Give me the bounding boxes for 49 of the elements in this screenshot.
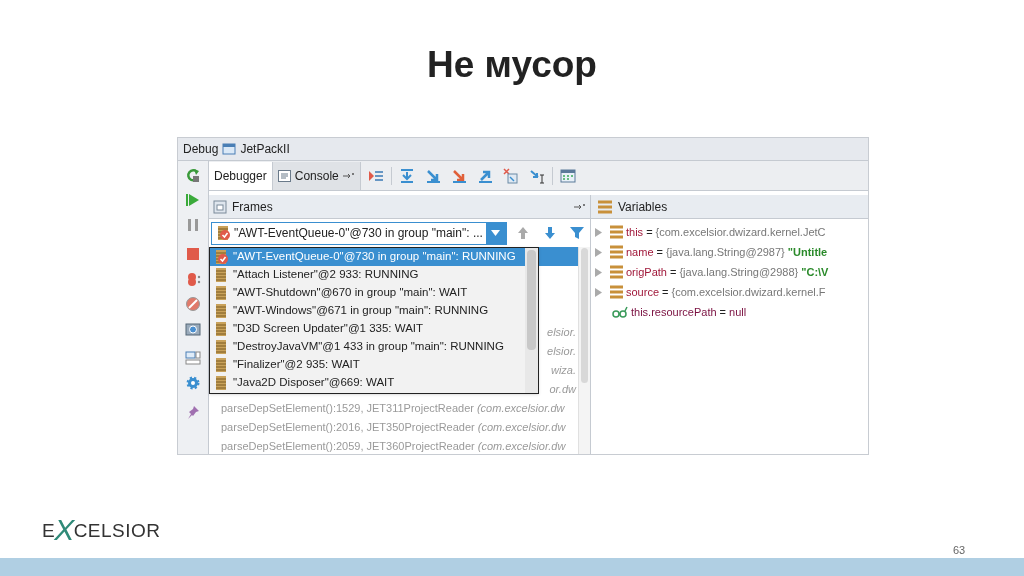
slide-title: Не мусор bbox=[427, 42, 597, 87]
panel-title: Frames bbox=[232, 198, 274, 216]
console-icon bbox=[277, 170, 291, 182]
variable-row[interactable]: source = {com.excelsior.dwizard.kernel.F bbox=[591, 282, 868, 302]
window-title: Debug bbox=[183, 141, 219, 158]
field-icon bbox=[609, 244, 623, 260]
pin-panel-icon bbox=[574, 202, 586, 211]
panel-title: Variables bbox=[618, 198, 668, 216]
field-icon bbox=[609, 224, 623, 240]
thread-dropdown[interactable]: "AWT-EventQueue-0"@730 in group "main": ... bbox=[211, 221, 507, 245]
tab[interactable]: Debugger bbox=[209, 162, 273, 190]
thread-list-item[interactable]: "AWT-Shutdown"@670 in group "main": WAIT bbox=[210, 284, 525, 302]
thread-list-item[interactable]: "AWT-Windows"@671 in group "main": RUNNING bbox=[210, 302, 525, 320]
stack-frame-text: or.dw bbox=[549, 382, 576, 398]
frames-icon bbox=[213, 199, 227, 214]
thread-list-item[interactable]: "Java2D Disposer"@669: WAIT bbox=[210, 374, 525, 392]
page-number: 63 bbox=[953, 543, 966, 558]
variable-row[interactable]: this.resourcePath = null bbox=[591, 302, 868, 322]
stack-frame-text: elsior. bbox=[547, 325, 576, 341]
caret-icon bbox=[491, 230, 501, 236]
thread-icon bbox=[213, 267, 229, 283]
thread-icon bbox=[213, 375, 229, 391]
stack-frame-text: elsior. bbox=[547, 344, 576, 360]
scrollbar-thumb[interactable] bbox=[581, 248, 588, 383]
thread-icon bbox=[213, 357, 229, 373]
thread-list-item[interactable]: "Attach Listener"@2 933: RUNNING bbox=[210, 266, 525, 284]
thread-list-item[interactable]: "D3D Screen Updater"@1 335: WAIT bbox=[210, 320, 525, 338]
pin-tab-icon bbox=[342, 172, 355, 180]
field-icon bbox=[609, 264, 623, 280]
current-thread-icon bbox=[213, 249, 229, 265]
window-icon bbox=[222, 143, 237, 155]
field-icon bbox=[609, 284, 623, 300]
stack-icon bbox=[597, 198, 613, 215]
scrollbar-thumb[interactable] bbox=[527, 250, 536, 350]
tab[interactable]: Console bbox=[272, 162, 361, 190]
variable-row[interactable]: this = {com.excelsior.dwizard.kernel.JetC bbox=[591, 222, 868, 242]
thread-icon bbox=[213, 321, 229, 337]
logo: EXCELSIOR bbox=[42, 515, 161, 545]
variable-row[interactable]: name = {java.lang.String@2987} "Untitle bbox=[591, 242, 868, 262]
current-thread-icon bbox=[215, 225, 231, 241]
stack-frame-text: wiza. bbox=[550, 363, 576, 379]
thread-icon bbox=[213, 339, 229, 355]
run-config-name: JetPackII bbox=[240, 141, 290, 158]
variable-row[interactable]: origPath = {java.lang.String@2988} "C:\V bbox=[591, 262, 868, 282]
thread-icon bbox=[213, 303, 229, 319]
thread-list-item[interactable]: "Finalizer"@2 935: WAIT bbox=[210, 356, 525, 374]
glasses-icon bbox=[612, 306, 628, 318]
thread-list-item[interactable]: "DestroyJavaVM"@1 433 in group "main": RUNNING bbox=[210, 338, 525, 356]
thread-icon bbox=[213, 285, 229, 301]
